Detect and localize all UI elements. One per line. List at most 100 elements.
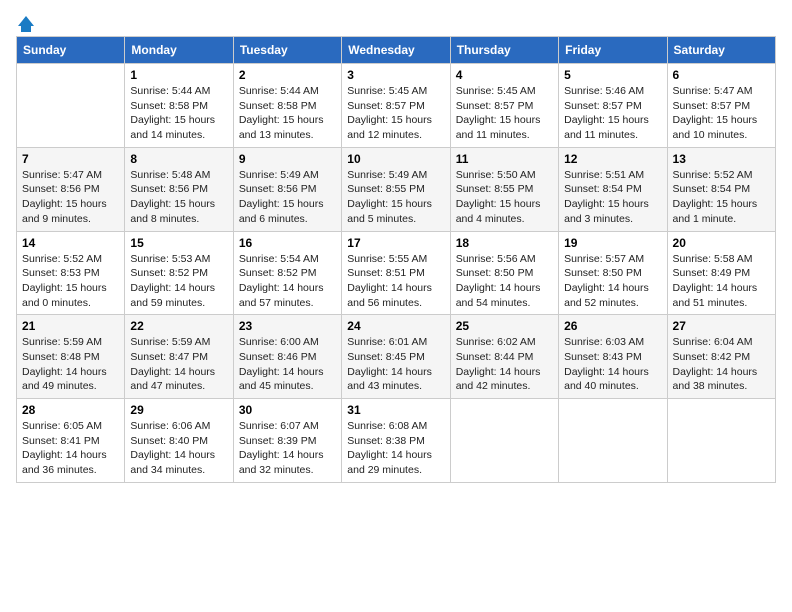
cell-info: Sunrise: 6:00 AMSunset: 8:46 PMDaylight:… bbox=[239, 335, 336, 394]
cell-info: Sunrise: 5:47 AMSunset: 8:57 PMDaylight:… bbox=[673, 84, 770, 143]
calendar-cell: 4 Sunrise: 5:45 AMSunset: 8:57 PMDaylight… bbox=[450, 64, 558, 148]
calendar-cell: 3Sunrise: 5:45 AMSunset: 8:57 PMDaylight… bbox=[342, 64, 450, 148]
cell-info: Sunrise: 6:06 AMSunset: 8:40 PMDaylight:… bbox=[130, 419, 227, 478]
calendar-week-row: 1 Sunrise: 5:44 AMSunset: 8:58 PMDaylight… bbox=[17, 64, 776, 148]
cell-info: Sunrise: 6:04 AMSunset: 8:42 PMDaylight:… bbox=[673, 335, 770, 394]
day-number: 5 bbox=[564, 68, 661, 82]
calendar-header-row: SundayMondayTuesdayWednesdayThursdayFrid… bbox=[17, 37, 776, 64]
calendar-cell: 6 Sunrise: 5:47 AMSunset: 8:57 PMDaylight… bbox=[667, 64, 775, 148]
calendar-cell: 20 Sunrise: 5:58 AMSunset: 8:49 PMDayligh… bbox=[667, 231, 775, 315]
calendar-week-row: 21 Sunrise: 5:59 AMSunset: 8:48 PMDayligh… bbox=[17, 315, 776, 399]
calendar-cell: 9Sunrise: 5:49 AMSunset: 8:56 PMDaylight… bbox=[233, 147, 341, 231]
day-number: 28 bbox=[22, 403, 119, 417]
page-header bbox=[16, 16, 776, 28]
column-header-monday: Monday bbox=[125, 37, 233, 64]
calendar-cell: 8 Sunrise: 5:48 AMSunset: 8:56 PMDaylight… bbox=[125, 147, 233, 231]
calendar-cell: 1 Sunrise: 5:44 AMSunset: 8:58 PMDaylight… bbox=[125, 64, 233, 148]
calendar-cell: 30Sunrise: 6:07 AMSunset: 8:39 PMDayligh… bbox=[233, 399, 341, 483]
logo-bird-icon bbox=[18, 16, 38, 32]
day-number: 3 bbox=[347, 68, 444, 82]
cell-info: Sunrise: 5:52 AMSunset: 8:54 PMDaylight:… bbox=[673, 168, 770, 227]
day-number: 22 bbox=[130, 319, 227, 333]
day-number: 25 bbox=[456, 319, 553, 333]
calendar-cell: 11 Sunrise: 5:50 AMSunset: 8:55 PMDayligh… bbox=[450, 147, 558, 231]
day-number: 4 bbox=[456, 68, 553, 82]
cell-info: Sunrise: 5:47 AMSunset: 8:56 PMDaylight:… bbox=[22, 168, 119, 227]
day-number: 6 bbox=[673, 68, 770, 82]
cell-info: Sunrise: 5:46 AMSunset: 8:57 PMDaylight:… bbox=[564, 84, 661, 143]
cell-info: Sunrise: 5:59 AMSunset: 8:48 PMDaylight:… bbox=[22, 335, 119, 394]
cell-info: Sunrise: 5:54 AMSunset: 8:52 PMDaylight:… bbox=[239, 252, 336, 311]
column-header-wednesday: Wednesday bbox=[342, 37, 450, 64]
calendar-week-row: 14 Sunrise: 5:52 AMSunset: 8:53 PMDayligh… bbox=[17, 231, 776, 315]
cell-info: Sunrise: 5:56 AMSunset: 8:50 PMDaylight:… bbox=[456, 252, 553, 311]
column-header-tuesday: Tuesday bbox=[233, 37, 341, 64]
cell-info: Sunrise: 5:57 AMSunset: 8:50 PMDaylight:… bbox=[564, 252, 661, 311]
cell-info: Sunrise: 5:50 AMSunset: 8:55 PMDaylight:… bbox=[456, 168, 553, 227]
calendar-cell: 21 Sunrise: 5:59 AMSunset: 8:48 PMDayligh… bbox=[17, 315, 125, 399]
calendar-cell: 31 Sunrise: 6:08 AMSunset: 8:38 PMDayligh… bbox=[342, 399, 450, 483]
calendar-cell: 15Sunrise: 5:53 AMSunset: 8:52 PMDayligh… bbox=[125, 231, 233, 315]
calendar-cell: 12 Sunrise: 5:51 AMSunset: 8:54 PMDayligh… bbox=[559, 147, 667, 231]
day-number: 7 bbox=[22, 152, 119, 166]
cell-info: Sunrise: 5:53 AMSunset: 8:52 PMDaylight:… bbox=[130, 252, 227, 311]
cell-info: Sunrise: 5:44 AMSunset: 8:58 PMDaylight:… bbox=[239, 84, 336, 143]
cell-info: Sunrise: 5:48 AMSunset: 8:56 PMDaylight:… bbox=[130, 168, 227, 227]
day-number: 27 bbox=[673, 319, 770, 333]
cell-info: Sunrise: 5:52 AMSunset: 8:53 PMDaylight:… bbox=[22, 252, 119, 311]
day-number: 13 bbox=[673, 152, 770, 166]
calendar-cell: 7 Sunrise: 5:47 AMSunset: 8:56 PMDaylight… bbox=[17, 147, 125, 231]
calendar-week-row: 7 Sunrise: 5:47 AMSunset: 8:56 PMDaylight… bbox=[17, 147, 776, 231]
calendar-cell: 23 Sunrise: 6:00 AMSunset: 8:46 PMDayligh… bbox=[233, 315, 341, 399]
day-number: 17 bbox=[347, 236, 444, 250]
calendar-table: SundayMondayTuesdayWednesdayThursdayFrid… bbox=[16, 36, 776, 483]
day-number: 20 bbox=[673, 236, 770, 250]
day-number: 18 bbox=[456, 236, 553, 250]
calendar-cell: 25 Sunrise: 6:02 AMSunset: 8:44 PMDayligh… bbox=[450, 315, 558, 399]
cell-info: Sunrise: 5:45 AMSunset: 8:57 PMDaylight:… bbox=[456, 84, 553, 143]
calendar-cell: 13 Sunrise: 5:52 AMSunset: 8:54 PMDayligh… bbox=[667, 147, 775, 231]
cell-info: Sunrise: 5:55 AMSunset: 8:51 PMDaylight:… bbox=[347, 252, 444, 311]
calendar-cell: 18 Sunrise: 5:56 AMSunset: 8:50 PMDayligh… bbox=[450, 231, 558, 315]
cell-info: Sunrise: 5:51 AMSunset: 8:54 PMDaylight:… bbox=[564, 168, 661, 227]
calendar-cell: 27 Sunrise: 6:04 AMSunset: 8:42 PMDayligh… bbox=[667, 315, 775, 399]
day-number: 9 bbox=[239, 152, 336, 166]
calendar-cell bbox=[17, 64, 125, 148]
day-number: 23 bbox=[239, 319, 336, 333]
calendar-cell: 22Sunrise: 5:59 AMSunset: 8:47 PMDayligh… bbox=[125, 315, 233, 399]
calendar-cell: 19Sunrise: 5:57 AMSunset: 8:50 PMDayligh… bbox=[559, 231, 667, 315]
day-number: 24 bbox=[347, 319, 444, 333]
calendar-cell: 28 Sunrise: 6:05 AMSunset: 8:41 PMDayligh… bbox=[17, 399, 125, 483]
column-header-thursday: Thursday bbox=[450, 37, 558, 64]
day-number: 31 bbox=[347, 403, 444, 417]
calendar-cell: 5 Sunrise: 5:46 AMSunset: 8:57 PMDaylight… bbox=[559, 64, 667, 148]
day-number: 8 bbox=[130, 152, 227, 166]
calendar-cell: 10 Sunrise: 5:49 AMSunset: 8:55 PMDayligh… bbox=[342, 147, 450, 231]
cell-info: Sunrise: 5:44 AMSunset: 8:58 PMDaylight:… bbox=[130, 84, 227, 143]
calendar-cell: 17 Sunrise: 5:55 AMSunset: 8:51 PMDayligh… bbox=[342, 231, 450, 315]
calendar-cell bbox=[450, 399, 558, 483]
logo bbox=[16, 16, 38, 28]
day-number: 1 bbox=[130, 68, 227, 82]
day-number: 11 bbox=[456, 152, 553, 166]
column-header-sunday: Sunday bbox=[17, 37, 125, 64]
cell-info: Sunrise: 6:03 AMSunset: 8:43 PMDaylight:… bbox=[564, 335, 661, 394]
day-number: 14 bbox=[22, 236, 119, 250]
day-number: 21 bbox=[22, 319, 119, 333]
calendar-cell: 2 Sunrise: 5:44 AMSunset: 8:58 PMDaylight… bbox=[233, 64, 341, 148]
day-number: 10 bbox=[347, 152, 444, 166]
day-number: 2 bbox=[239, 68, 336, 82]
cell-info: Sunrise: 5:49 AMSunset: 8:55 PMDaylight:… bbox=[347, 168, 444, 227]
calendar-cell: 16Sunrise: 5:54 AMSunset: 8:52 PMDayligh… bbox=[233, 231, 341, 315]
calendar-cell: 24Sunrise: 6:01 AMSunset: 8:45 PMDayligh… bbox=[342, 315, 450, 399]
column-header-friday: Friday bbox=[559, 37, 667, 64]
cell-info: Sunrise: 6:07 AMSunset: 8:39 PMDaylight:… bbox=[239, 419, 336, 478]
day-number: 26 bbox=[564, 319, 661, 333]
calendar-week-row: 28 Sunrise: 6:05 AMSunset: 8:41 PMDayligh… bbox=[17, 399, 776, 483]
cell-info: Sunrise: 6:05 AMSunset: 8:41 PMDaylight:… bbox=[22, 419, 119, 478]
cell-info: Sunrise: 5:58 AMSunset: 8:49 PMDaylight:… bbox=[673, 252, 770, 311]
cell-info: Sunrise: 6:08 AMSunset: 8:38 PMDaylight:… bbox=[347, 419, 444, 478]
day-number: 12 bbox=[564, 152, 661, 166]
calendar-cell: 14 Sunrise: 5:52 AMSunset: 8:53 PMDayligh… bbox=[17, 231, 125, 315]
cell-info: Sunrise: 6:02 AMSunset: 8:44 PMDaylight:… bbox=[456, 335, 553, 394]
